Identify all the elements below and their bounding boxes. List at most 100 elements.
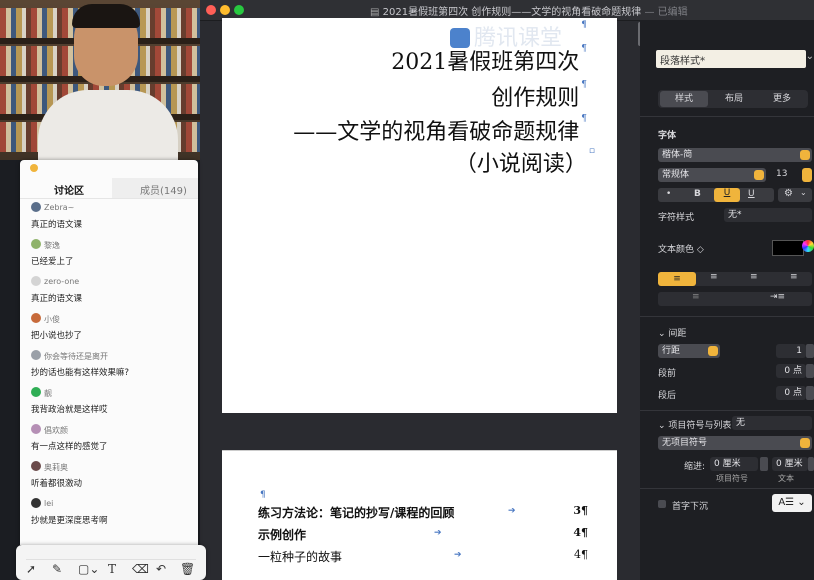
title-line-3[interactable]: ——文学的视角看破命题规律¶	[293, 114, 587, 146]
text-color-well[interactable]	[772, 240, 804, 256]
divider	[640, 116, 814, 117]
message-text: 听着都很激动	[31, 479, 83, 489]
font-size-field[interactable]: 13	[776, 169, 787, 179]
pilcrow: ¶	[581, 44, 587, 54]
text-indent-field[interactable]: 0 厘米	[772, 457, 808, 471]
chevron-down-icon: ⌄	[805, 51, 814, 62]
message-user: 小俊	[44, 315, 60, 324]
pen-icon[interactable]: ✎	[52, 562, 62, 576]
space-after-stepper[interactable]	[806, 386, 814, 400]
annotation-toolbar: ➚ ✎ ▢⌄ T ⌫ ↶ 🗑	[16, 545, 206, 580]
dropcap-checkbox[interactable]	[658, 500, 666, 508]
font-family-select[interactable]: 楷体-简	[658, 148, 812, 162]
font-weight-value: 常规体	[662, 170, 690, 180]
eraser-icon[interactable]: ⌫	[132, 562, 149, 576]
close-button[interactable]	[206, 5, 216, 15]
align-right-icon[interactable]: ≡	[750, 272, 758, 282]
tencent-logo-icon	[450, 28, 470, 48]
bullet-indent-caption: 项目符号	[716, 474, 748, 483]
text-options-button[interactable]: ⚙ ⌄	[778, 188, 812, 202]
align-left-icon[interactable]: ≡	[658, 272, 696, 286]
color-wheel-icon[interactable]	[802, 240, 814, 252]
message-user: lei	[44, 499, 54, 508]
select-arrow-icon	[800, 438, 810, 448]
chevron-down-icon: ⌄	[658, 329, 669, 339]
bullets-select[interactable]: 无	[732, 416, 812, 430]
trash-icon[interactable]: 🗑	[180, 562, 195, 576]
title-line-2[interactable]: 创作规则¶	[491, 80, 587, 112]
zoom-button[interactable]	[234, 5, 244, 15]
tab-members[interactable]: 成员(149)	[140, 182, 187, 197]
edit-status: — 已编辑	[644, 7, 688, 18]
toc-entry[interactable]: 示例创作 ➔ 4¶	[258, 526, 588, 546]
char-style-select[interactable]: 无*	[724, 208, 812, 222]
message-user: zero-one	[44, 277, 80, 286]
bullet-indent-stepper[interactable]	[760, 457, 768, 471]
increase-indent-icon[interactable]: ⇥≡	[770, 292, 785, 302]
title-text: （小说阅读）	[454, 152, 587, 177]
bullets-label-text: 项目符号与列表	[668, 421, 732, 431]
message-user: 奥莉奥	[44, 463, 68, 472]
space-before-field[interactable]: 0 点	[776, 364, 806, 378]
bullet-indent-field[interactable]: 0 厘米	[710, 457, 758, 471]
justify-icon[interactable]: ≡	[790, 272, 798, 282]
bullet-button[interactable]: •	[666, 189, 671, 199]
select-arrow-icon	[800, 150, 810, 160]
minimize-button[interactable]	[220, 5, 230, 15]
message-text: 有一点这样的感觉了	[31, 442, 108, 452]
toc-entry[interactable]: 练习方法论：笔记的抄写/课程的回顾 ➔ 3¶	[258, 504, 588, 524]
message-text: 我背政治就是这样哎	[31, 405, 108, 415]
decrease-indent-icon[interactable]: ≡	[692, 292, 700, 302]
line-spacing-stepper[interactable]	[806, 344, 814, 358]
bold-button[interactable]: B	[694, 189, 701, 199]
underline-button[interactable]: U	[714, 188, 740, 202]
tab-arrow-icon: ➔	[434, 528, 442, 538]
document-page-toc[interactable]: ¶ 练习方法论：笔记的抄写/课程的回顾 ➔ 3¶ 示例创作 ➔ 4¶ 一粒种子的…	[222, 450, 617, 580]
chevron-down-icon: ⌄	[800, 188, 807, 197]
paragraph-style-menu[interactable]: 段落样式* ⌄	[656, 50, 814, 68]
presenter-body	[38, 90, 178, 160]
undo-icon[interactable]: ↶	[156, 562, 166, 576]
tab-discussion[interactable]: 讨论区	[54, 182, 84, 197]
watermark-text: 腾讯课堂	[474, 26, 563, 51]
strikethrough-button[interactable]: U	[748, 189, 755, 199]
text-indent-stepper[interactable]	[808, 457, 814, 471]
text-tool-icon[interactable]: T	[108, 562, 116, 576]
space-before-stepper[interactable]	[806, 364, 814, 378]
shape-icon[interactable]: ▢⌄	[78, 562, 99, 576]
tab-style[interactable]: 样式	[660, 91, 708, 107]
message-user: 倡欢颜	[44, 426, 68, 435]
line-spacing-field[interactable]: 1	[776, 344, 806, 358]
indent-buttons: ≡ ⇥≡	[658, 292, 812, 306]
toc-entry[interactable]: 一粒种子的故事 ➔ 4¶	[258, 548, 588, 568]
dropcap-style-button[interactable]: A☰ ⌄	[772, 494, 812, 512]
line-spacing-select[interactable]: 行距	[658, 344, 720, 358]
pointer-icon[interactable]: ➚	[26, 562, 36, 576]
font-size-stepper[interactable]	[802, 168, 812, 182]
align-center-icon[interactable]: ≡	[710, 272, 718, 282]
panel-handle-icon[interactable]	[30, 164, 38, 172]
text-color-label: 文本颜色 ◇	[658, 245, 704, 255]
divider	[640, 410, 814, 411]
format-inspector: 段落样式* ⌄ 样式 布局 更多 字体 楷体-简 常规体 13 • B U U …	[640, 20, 814, 580]
document-icon: ▤	[370, 7, 383, 18]
title-line-4[interactable]: （小说阅读）▫	[455, 146, 595, 178]
tab-layout[interactable]: 布局	[710, 90, 758, 108]
font-weight-select[interactable]: 常规体	[658, 168, 766, 182]
title-text: 2021暑假班第四次	[391, 50, 580, 75]
pilcrow: ¶	[581, 114, 587, 124]
tab-arrow-icon: ➔	[508, 506, 516, 516]
message-user: 你会等待还是离开	[44, 352, 108, 361]
font-section-title: 字体	[658, 131, 677, 141]
bullets-section-title[interactable]: ⌄ 项目符号与列表	[658, 418, 731, 431]
tab-more[interactable]: 更多	[758, 90, 806, 108]
space-after-field[interactable]: 0 点	[776, 386, 806, 400]
document-page[interactable]: ¶ 2021暑假班第四次¶ 创作规则¶ ——文学的视角看破命题规律¶ （小说阅读…	[222, 18, 617, 413]
space-before-label: 段前	[658, 369, 677, 379]
message-text: 抄的话也能有这样效果嘛?	[31, 368, 130, 378]
bullet-type-select[interactable]: 无项目符号	[658, 436, 812, 450]
bullet-type-value: 无项目符号	[662, 438, 708, 448]
line-spacing-value: 行距	[662, 346, 681, 356]
spacing-section-title[interactable]: ⌄ 间距	[658, 326, 686, 339]
divider	[640, 316, 814, 317]
